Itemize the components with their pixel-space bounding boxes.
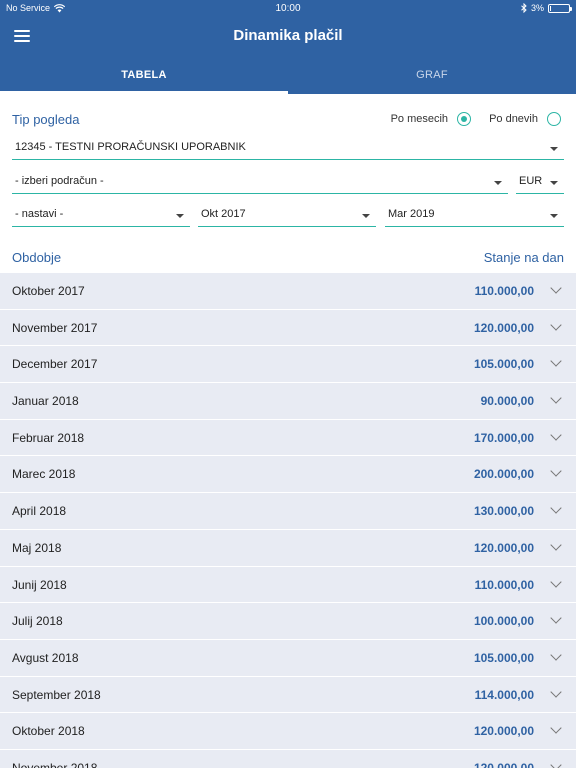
chevron-down-icon[interactable] (550, 282, 562, 294)
table-row[interactable]: Junij 2018 110.000,00 (0, 566, 576, 604)
balance-amount: 105.000,00 (473, 357, 534, 372)
period-label: September 2018 (12, 687, 101, 702)
from-period-value: Okt 2017 (201, 208, 246, 220)
period-label: Januar 2018 (12, 394, 79, 409)
table-row[interactable]: September 2018 114.000,00 (0, 676, 576, 714)
balance-amount: 120.000,00 (473, 724, 534, 739)
period-label: Februar 2018 (12, 430, 85, 445)
table-row[interactable]: Oktober 2018 120.000,00 (0, 713, 576, 750)
chevron-down-icon (550, 147, 558, 151)
chevron-down-icon[interactable] (550, 612, 562, 624)
view-type-label: Tip pogleda (12, 112, 80, 127)
chevron-down-icon[interactable] (550, 722, 562, 734)
chevron-down-icon[interactable] (550, 319, 562, 331)
column-header-period: Obdobje (12, 250, 62, 265)
radio-monthly[interactable] (457, 112, 472, 126)
period-label: Junij 2018 (12, 577, 67, 592)
balance-amount: 120.000,00 (473, 760, 534, 768)
period-label: April 2018 (12, 504, 67, 519)
view-type-radio-group: Po mesecih Po dnevih (391, 112, 564, 126)
radio-option-monthly[interactable]: Po mesecih (391, 112, 489, 126)
table-row[interactable]: November 2017 120.000,00 (0, 309, 576, 347)
balance-amount: 170.000,00 (473, 430, 534, 445)
table-row[interactable]: Marec 2018 200.000,00 (0, 456, 576, 494)
to-period-value: Mar 2019 (388, 208, 435, 220)
chevron-down-icon (550, 181, 558, 185)
battery-percent: 3% (530, 3, 544, 13)
chevron-down-icon[interactable] (550, 539, 562, 551)
status-bar: No Service 10:00 3% (0, 0, 576, 18)
account-select-value: - izberi podračun - (15, 175, 104, 187)
period-label: Avgust 2018 (12, 650, 79, 665)
from-period-select[interactable]: Okt 2017 (198, 203, 376, 227)
chevron-down-icon[interactable] (550, 502, 562, 514)
balance-amount: 110.000,00 (474, 284, 534, 298)
app-header: No Service 10:00 3% Dinamika plačil TABE… (0, 0, 576, 94)
chevron-down-icon (494, 181, 502, 185)
chevron-down-icon (362, 214, 370, 218)
user-select[interactable]: 12345 - TESTNI PRORAČUNSKI UPORABNIK (12, 136, 564, 160)
chevron-down-icon[interactable] (550, 465, 562, 478)
settings-select[interactable]: - nastavi - (12, 203, 190, 227)
column-header-balance: Stanje na dan (483, 250, 564, 265)
balance-amount: 100.000,00 (473, 614, 534, 629)
table-row[interactable]: Januar 2018 90.000,00 (0, 383, 576, 420)
period-label: November 2017 (12, 320, 98, 335)
table-row[interactable]: Avgust 2018 105.000,00 (0, 639, 576, 677)
chevron-down-icon (550, 214, 558, 218)
radio-monthly-label: Po mesecih (390, 113, 449, 125)
chevron-down-icon[interactable] (550, 649, 562, 661)
period-label: December 2017 (12, 357, 98, 372)
radio-daily-label: Po dnevih (489, 113, 538, 125)
account-select[interactable]: - izberi podračun - (12, 170, 508, 194)
bluetooth-icon (521, 3, 527, 13)
radio-option-daily[interactable]: Po dnevih (489, 112, 564, 126)
balance-amount: 110.000,00 (474, 577, 534, 592)
balance-amount: 90.000,00 (480, 394, 534, 409)
period-label: Oktober 2017 (12, 284, 85, 298)
chevron-down-icon[interactable] (550, 429, 562, 441)
clock: 10:00 (275, 3, 301, 14)
period-label: Maj 2018 (12, 540, 62, 555)
tab-bar: TABELA GRAF (0, 58, 576, 94)
chevron-down-icon[interactable] (550, 685, 562, 698)
table-row[interactable]: April 2018 130.000,00 (0, 493, 576, 530)
table-row[interactable]: Julij 2018 100.000,00 (0, 603, 576, 640)
period-label: Julij 2018 (12, 614, 63, 629)
table-header: Obdobje Stanje na dan (12, 244, 564, 272)
chevron-down-icon (176, 214, 184, 218)
balance-amount: 130.000,00 (473, 504, 534, 519)
period-label: Marec 2018 (12, 467, 76, 482)
currency-select-value: EUR (519, 175, 543, 187)
table-row[interactable]: Maj 2018 120.000,00 (0, 529, 576, 567)
chevron-down-icon[interactable] (550, 392, 562, 404)
table-row[interactable]: Oktober 2017 110.000,00 (0, 273, 576, 310)
radio-daily[interactable] (547, 112, 561, 126)
page-title: Dinamika plačil (233, 27, 343, 44)
user-select-value: 12345 - TESTNI PRORAČUNSKI UPORABNIK (15, 141, 246, 153)
balance-amount: 105.000,00 (473, 650, 534, 665)
table-row[interactable]: Februar 2018 170.000,00 (0, 419, 576, 457)
balance-amount: 120.000,00 (473, 540, 534, 555)
balance-amount: 114.000,00 (474, 687, 534, 702)
tab-tabela[interactable]: TABELA (0, 58, 288, 94)
to-period-select[interactable]: Mar 2019 (385, 203, 564, 227)
balance-amount: 120.000,00 (473, 320, 534, 335)
period-label: November 2018 (12, 760, 98, 768)
currency-select[interactable]: EUR (516, 170, 564, 194)
chevron-down-icon[interactable] (550, 355, 562, 368)
period-list: Oktober 2017 110.000,00 November 2017 120.0… (0, 273, 576, 768)
table-row[interactable]: December 2017 105.000,00 (0, 346, 576, 384)
period-label: Oktober 2018 (12, 724, 85, 739)
settings-select-value: - nastavi - (15, 208, 64, 220)
tab-graf[interactable]: GRAF (288, 58, 576, 94)
balance-amount: 200.000,00 (473, 467, 534, 482)
table-row[interactable]: November 2018 120.000,00 (0, 749, 576, 768)
chevron-down-icon[interactable] (550, 759, 562, 768)
battery-icon (548, 3, 572, 13)
chevron-down-icon[interactable] (550, 575, 562, 588)
